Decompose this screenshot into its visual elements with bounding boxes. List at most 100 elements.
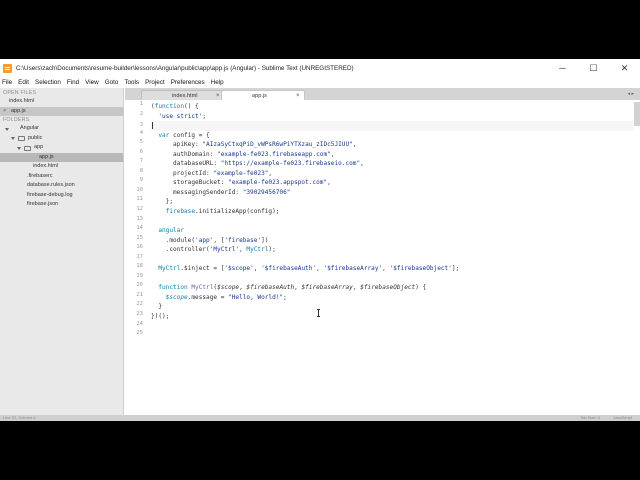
code-line[interactable]: angular [151,226,634,236]
code-line[interactable] [151,322,634,332]
minimap-viewport[interactable] [634,102,640,126]
code-token: $firebaseObject [360,284,416,292]
folder-icon [24,145,31,151]
code-area[interactable]: (function() { 'use strict'; var config =… [151,102,634,415]
folders-heading: FOLDERS [3,117,30,123]
code-token: .$inject = [ [180,265,225,273]
open-file-label: app.js [11,107,26,114]
tree-folder-public[interactable]: public [0,134,123,144]
tab-index-html[interactable]: index.html × [141,90,225,100]
minimap[interactable] [634,100,640,130]
menu-selection[interactable]: Selection [35,79,61,86]
syntax-indicator[interactable]: JavaScript [613,415,632,421]
line-number: 16 [136,244,143,251]
code-token: "https://example-fe023.firebaseio.com" [220,160,361,168]
maximize-button[interactable]: ☐ [578,59,609,77]
code-line[interactable]: projectId: "example-fe023", [151,169,634,179]
code-line[interactable]: (function() { [151,102,634,112]
code-token: 'app' [195,236,214,244]
tab-app-js[interactable]: app.js × [221,90,305,100]
expand-arrow-icon[interactable] [11,137,15,140]
code-token: .message = [187,293,229,301]
code-line[interactable]: $scope.message = "Hello, World!"; [151,293,634,303]
line-number: 25 [136,330,143,337]
tree-file-index-html[interactable]: index.html [0,162,123,172]
code-token: .controller( [151,246,210,254]
code-line[interactable] [151,217,634,227]
status-bar: Line 22, Column 4 Tab Size: 4 JavaScript [0,415,640,421]
code-line[interactable]: function MyCtrl($scope, $firebaseAuth, $… [151,283,634,293]
line-number: 3 [139,122,143,129]
code-line[interactable]: 'use strict'; [151,112,634,122]
code-line[interactable]: .module('app', ['firebase']) [151,236,634,246]
menu-preferences[interactable]: Preferences [171,79,205,86]
line-number: 9 [139,177,143,184]
minimize-button[interactable]: ─ [547,59,578,77]
code-line[interactable]: firebase.initializeApp(config); [151,207,634,217]
code-line[interactable] [151,121,634,131]
menu-find[interactable]: Find [67,79,79,86]
code-editor[interactable]: 1 2 3 4 5 6 7 8 9 10 11 12 13 14 15 16 17 18 19 20 21 22 23 24 2… [125,100,640,415]
tab-scroll-arrows-icon[interactable]: ◂ ▸ [628,91,634,97]
code-line[interactable]: })(); [151,312,634,322]
expand-arrow-icon[interactable] [5,127,9,131]
tree-file-firebaserc[interactable]: .firebaserc [0,172,123,182]
code-line[interactable]: MyCtrl.$inject = ['$scope', '$firebaseAu… [151,264,634,274]
open-file-item[interactable]: index.html [0,97,123,107]
code-line[interactable]: authDomain: "example-fe023.firebaseapp.c… [151,150,634,160]
menu-help[interactable]: Help [211,79,224,86]
window-title: C:\Users\zach\Documents\resume-builder\l… [16,64,354,72]
code-token: , [ [213,236,225,244]
code-token: ]; [451,265,460,273]
code-line[interactable]: } [151,302,634,312]
code-line[interactable]: apiKey: "AIzaSyCtxqPiD_vWPsR6wPiYTXzau_z… [151,140,634,150]
open-file-item-active[interactable]: × app.js [0,106,123,117]
tree-file-firebase-debug[interactable]: firebase-debug.log [0,191,123,201]
code-token: messagingSenderId: [151,188,243,196]
code-line[interactable]: }; [151,197,634,207]
code-token: "example-fe023" [213,169,269,177]
menu-view[interactable]: View [85,79,99,86]
window-controls: ─ ☐ ✕ [547,59,640,77]
menu-file[interactable]: File [2,79,12,86]
code-token: $firebaseAuth [246,284,295,292]
code-line[interactable]: databaseURL: "https://example-fe023.fire… [151,159,634,169]
line-number-gutter: 1 2 3 4 5 6 7 8 9 10 11 12 13 14 15 16 17 18 19 20 21 22 23 24 2… [125,100,147,415]
code-line[interactable] [151,331,634,341]
code-token: ; [202,112,207,120]
menu-edit[interactable]: Edit [18,79,29,86]
code-line[interactable]: var config = { [151,131,634,141]
tree-file-app-js[interactable]: app.js [0,152,123,162]
code-token: "Hello, World!" [228,293,284,301]
menu-tools[interactable]: Tools [124,79,139,86]
tree-folder-angular[interactable]: Angular [0,124,123,134]
code-line[interactable]: storageBucket: "example-fe023.appspot.co… [151,178,634,188]
line-number: 6 [139,148,143,155]
tree-folder-app[interactable]: app [0,143,123,153]
close-window-button[interactable]: ✕ [609,59,640,77]
code-line[interactable]: .controller('MyCtrl', MyCtrl); [151,245,634,255]
title-bar: C:\Users\zach\Documents\resume-builder\l… [0,59,640,77]
line-number: 5 [139,139,143,146]
code-token: $scope [165,293,188,301]
tree-file-firebase-json[interactable]: firebase.json [0,200,123,210]
code-token: , [327,179,331,187]
code-line[interactable] [151,274,634,284]
code-token: "example-fe023.firebaseapp.com" [217,150,331,158]
line-number: 18 [136,263,143,270]
cursor-position: Line 22, Column 4 [3,415,36,420]
menu-project[interactable]: Project [145,79,165,86]
code-token: databaseURL: [151,160,221,168]
tab-size-indicator[interactable]: Tab Size: 4 [580,415,600,421]
tree-label: index.html [33,163,59,169]
menu-goto[interactable]: Goto [105,79,119,86]
code-line[interactable] [151,255,634,265]
expand-arrow-icon[interactable] [17,146,21,150]
code-line[interactable]: messagingSenderId: "39029456706" [151,188,634,198]
close-file-icon[interactable]: × [3,107,6,117]
tree-file-database-rules[interactable]: database.rules.json [0,181,123,191]
code-token: , [268,169,273,177]
line-number: 23 [136,311,143,318]
sublime-text-window: C:\Users\zach\Documents\resume-builder\l… [0,59,640,421]
code-token: angular [151,227,185,235]
